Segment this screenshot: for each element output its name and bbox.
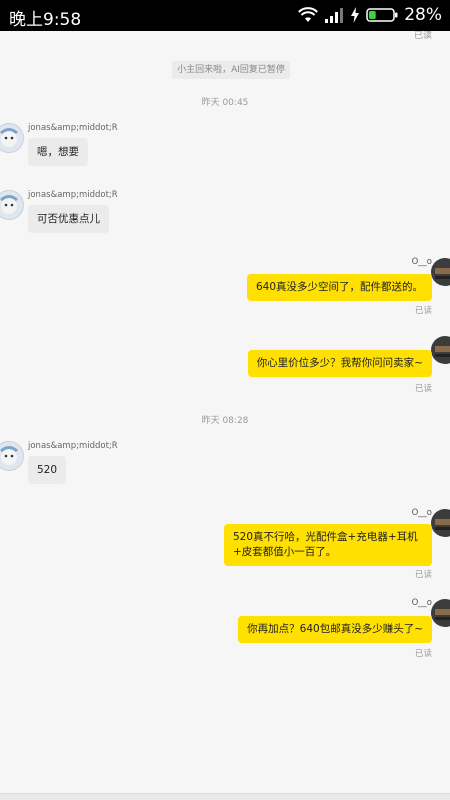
battery-percent: 28%	[404, 5, 442, 25]
contact-avatar[interactable]	[0, 441, 24, 471]
sender-name: jonas&amp;middot;R	[28, 441, 118, 451]
input-bar-edge	[0, 793, 450, 800]
message-incoming: jonas&amp;middot;R 520	[0, 441, 300, 487]
message-outgoing: O__o 你再加点？640包邮真没多少赚头了~ 已读	[150, 598, 450, 659]
message-outgoing: O__o 640真没多少空间了，配件都送的。 已读	[150, 257, 450, 318]
status-time: 晚上9:58	[9, 10, 82, 30]
contact-avatar[interactable]	[0, 190, 24, 220]
my-avatar[interactable]	[431, 258, 450, 286]
signal-icon	[325, 8, 344, 23]
message-bubble[interactable]: 嗯，想要	[28, 138, 88, 166]
time-divider: 昨天 00:45	[201, 98, 249, 108]
battery-icon	[366, 8, 398, 22]
message-outgoing: O__o 520真不行哈，光配件盒+充电器+耳机+皮套都值小一百了。 已读	[150, 508, 450, 584]
status-icons: 28%	[298, 4, 442, 26]
message-outgoing: 你心里价位多少？我帮你问问卖家~ 已读	[150, 336, 450, 396]
my-avatar[interactable]	[431, 509, 450, 537]
system-note: 小主回来啦，AI回复已暂停	[172, 61, 290, 79]
read-status: 已读	[414, 384, 432, 394]
chat-area[interactable]: 已读 小主回来啦，AI回复已暂停 昨天 00:45 jonas&amp;midd…	[0, 31, 450, 800]
message-bubble[interactable]: 可否优惠点儿	[28, 205, 109, 233]
charging-bolt-icon	[351, 7, 360, 23]
message-bubble[interactable]: 你再加点？640包邮真没多少赚头了~	[238, 616, 432, 643]
contact-avatar[interactable]	[0, 123, 24, 153]
message-bubble[interactable]: 520	[28, 456, 67, 484]
read-status: 已读	[413, 31, 432, 41]
time-divider: 昨天 08:28	[201, 416, 249, 426]
sender-name: jonas&amp;middot;R	[28, 190, 118, 200]
message-bubble[interactable]: 你心里价位多少？我帮你问问卖家~	[247, 350, 432, 377]
my-avatar[interactable]	[431, 599, 450, 627]
message-bubble[interactable]: 640真没多少空间了，配件都送的。	[246, 274, 432, 301]
message-incoming: jonas&amp;middot;R 可否优惠点儿	[0, 190, 300, 236]
read-status: 已读	[414, 649, 432, 659]
read-status: 已读	[414, 306, 432, 316]
my-name: O__o	[411, 508, 432, 518]
wifi-icon	[298, 7, 319, 22]
message-incoming: jonas&amp;middot;R 嗯，想要	[0, 123, 300, 169]
status-bar: 晚上9:58 28%	[0, 0, 450, 31]
my-name: O__o	[411, 257, 432, 267]
my-avatar[interactable]	[431, 336, 450, 364]
message-bubble[interactable]: 520真不行哈，光配件盒+充电器+耳机+皮套都值小一百了。	[224, 524, 432, 566]
sender-name: jonas&amp;middot;R	[28, 123, 118, 133]
my-name: O__o	[411, 598, 432, 608]
read-status: 已读	[414, 570, 432, 580]
